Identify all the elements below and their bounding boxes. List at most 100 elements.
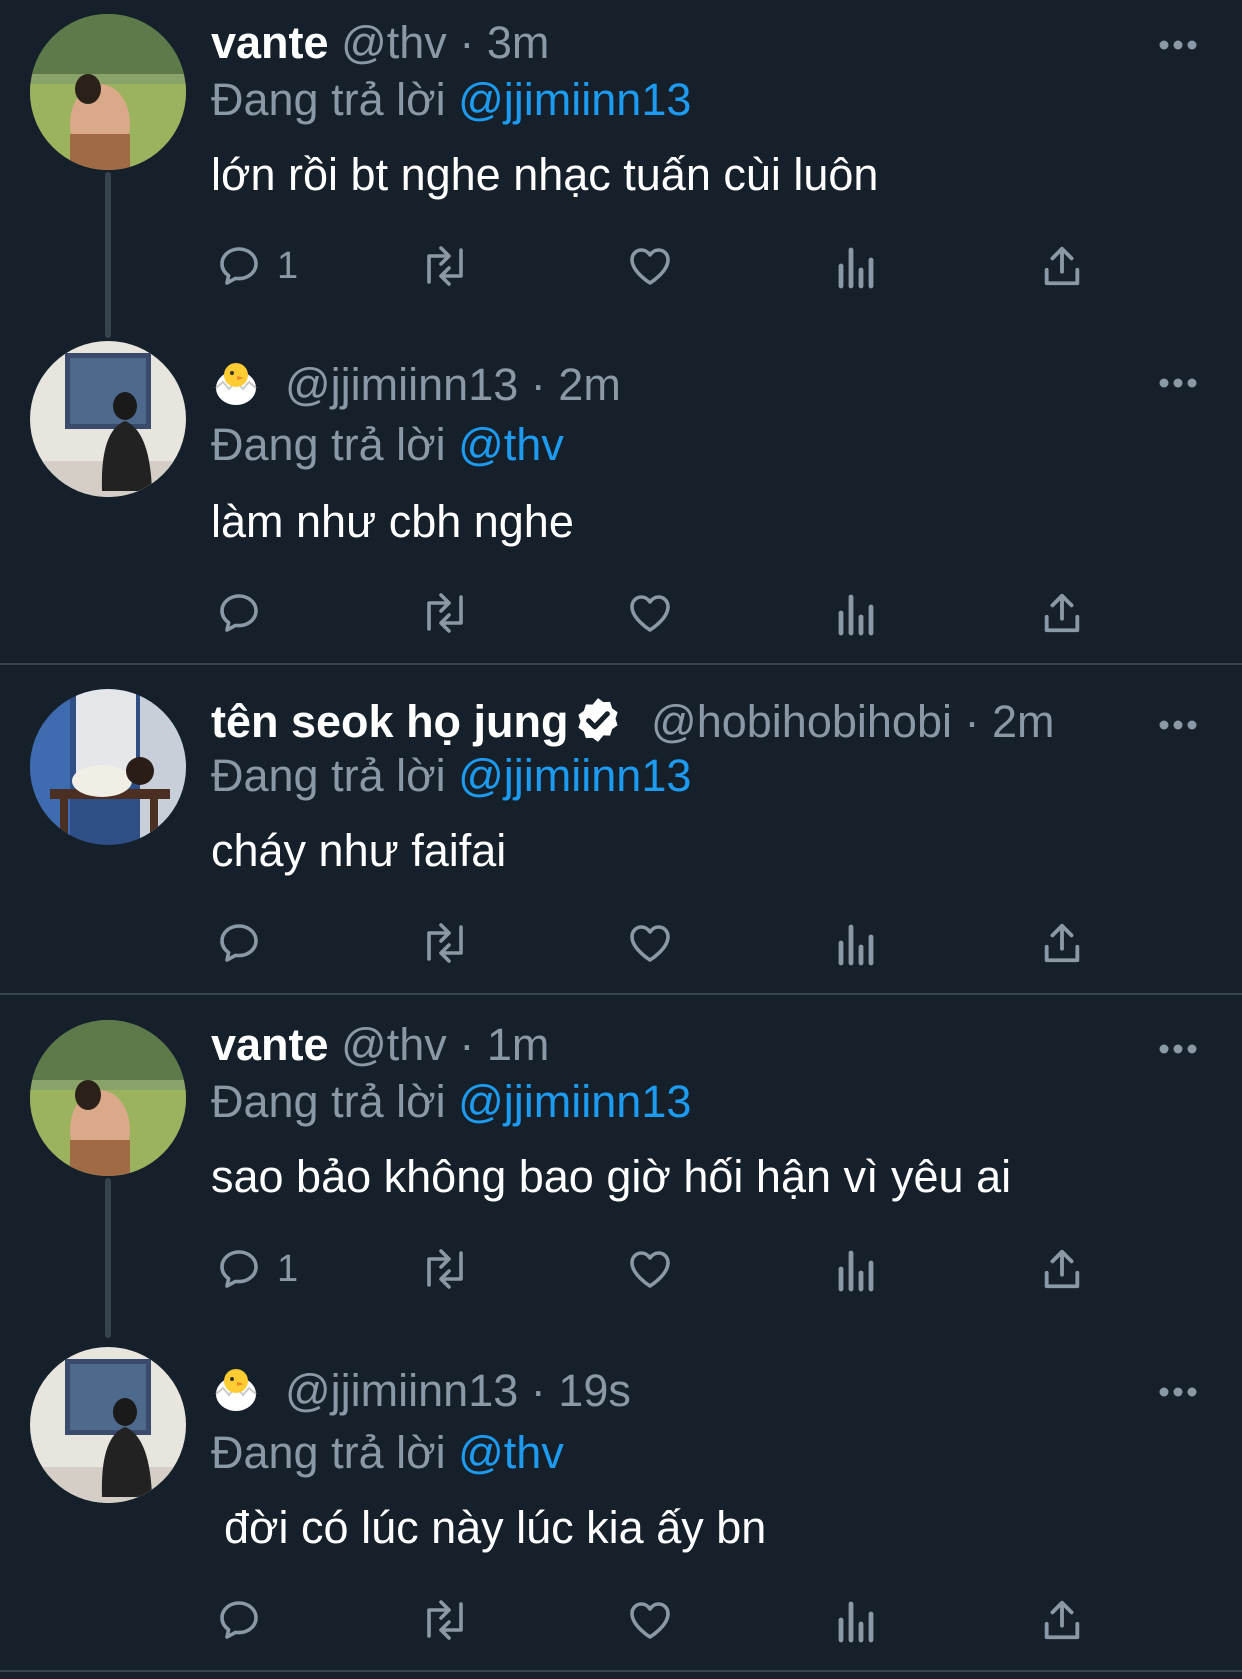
handle[interactable]: @thv [341,17,447,68]
more-icon[interactable] [1158,38,1198,50]
timestamp[interactable]: 1m [487,1019,550,1070]
analytics-button[interactable] [835,585,879,641]
like-icon [625,1245,675,1293]
analytics-button[interactable] [835,1241,879,1297]
retweet-button[interactable] [417,1592,473,1648]
replying-to-handle[interactable]: @thv [458,419,564,470]
reply-button[interactable] [215,585,277,641]
tweet-text: cháy như faifai [211,825,507,876]
analytics-icon [835,242,879,290]
share-icon [1039,919,1085,967]
tweet-actions [211,915,1091,971]
display-name[interactable]: 🐣 [211,1364,261,1414]
replying-to-handle[interactable]: @thv [458,1427,564,1478]
reply-count: 1 [277,1247,299,1290]
verified-icon [573,695,623,745]
tweet-text: sao bảo không bao giờ hối hận vì yêu ai [211,1151,1012,1202]
like-button[interactable] [625,585,675,641]
tweet-text: lớn rồi bt nghe nhạc tuấn cùi luôn [211,149,879,200]
share-button[interactable] [1039,1592,1085,1648]
share-button[interactable] [1039,238,1085,294]
reply-button[interactable] [215,915,277,971]
more-icon[interactable] [1158,718,1198,730]
timestamp[interactable]: 19s [558,1365,631,1416]
retweet-button[interactable] [417,238,473,294]
tweet[interactable]: 🐣 @jjimiinn13 · 19s Đang trả lời @thv đờ… [0,1335,1242,1675]
reply-icon [215,919,263,967]
retweet-button[interactable] [417,915,473,971]
tweet[interactable]: vante @thv · 1m Đang trả lời @jjimiinn13… [0,995,1242,1338]
tweet-text: làm như cbh nghe [211,496,574,547]
replying-to: Đang trả lời @jjimiinn13 [211,1076,691,1128]
handle[interactable]: @thv [341,1019,447,1070]
like-button[interactable] [625,1241,675,1297]
tweet-actions: 1 [211,1241,1091,1297]
reply-icon [215,1245,263,1293]
avatar[interactable] [30,1020,186,1176]
tweet[interactable]: 🐣 @jjimiinn13 · 2m Đang trả lời @thv làm… [0,335,1242,665]
analytics-button[interactable] [835,238,879,294]
retweet-icon [417,242,473,290]
conversation-feed: vante @thv · 3m Đang trả lời @jjimiinn13… [0,0,1242,1679]
like-icon [625,1596,675,1644]
tweet-header: vante @thv · 3m [211,17,549,69]
share-icon [1039,1245,1085,1293]
reply-button[interactable]: 1 [215,238,298,294]
separator: · [459,17,475,68]
separator: · [530,359,546,410]
tweet-actions [211,1592,1091,1648]
timestamp[interactable]: 2m [992,696,1055,747]
tweet-text: đời có lúc này lúc kia ấy bn [224,1502,767,1553]
analytics-button[interactable] [835,1592,879,1648]
like-button[interactable] [625,915,675,971]
share-icon [1039,589,1085,637]
share-button[interactable] [1039,1241,1085,1297]
retweet-button[interactable] [417,1241,473,1297]
reply-icon [215,589,263,637]
avatar[interactable] [30,341,186,497]
handle[interactable]: @jjimiinn13 [285,359,518,410]
like-icon [625,242,675,290]
replying-to: Đang trả lời @thv [211,419,564,471]
timestamp[interactable]: 3m [487,17,550,68]
avatar[interactable] [30,14,186,170]
like-button[interactable] [625,1592,675,1648]
share-icon [1039,242,1085,290]
avatar[interactable] [30,689,186,845]
tweet-header: vante @thv · 1m [211,1019,549,1071]
more-icon[interactable] [1158,1385,1198,1397]
timestamp[interactable]: 2m [558,359,621,410]
more-icon[interactable] [1158,376,1198,388]
retweet-icon [417,919,473,967]
display-name[interactable]: vante [211,17,329,68]
retweet-button[interactable] [417,585,473,641]
like-button[interactable] [625,238,675,294]
chick-emoji-icon [215,1369,257,1411]
chick-emoji-icon [215,363,257,405]
display-name[interactable]: tên seok họ jung [211,696,569,747]
share-button[interactable] [1039,915,1085,971]
replying-to-handle[interactable]: @jjimiinn13 [458,74,691,125]
display-name[interactable]: vante [211,1019,329,1070]
replying-to-handle[interactable]: @jjimiinn13 [458,1076,691,1127]
handle[interactable]: @jjimiinn13 [285,1365,518,1416]
more-icon[interactable] [1158,1042,1198,1054]
tweet-header: 🐣 @jjimiinn13 · 2m [211,358,621,411]
analytics-icon [835,589,879,637]
display-name[interactable]: 🐣 [211,358,261,408]
tweet[interactable]: vante @thv · 3m Đang trả lời @jjimiinn13… [0,0,1242,338]
reply-button[interactable] [215,1592,277,1648]
reply-button[interactable]: 1 [215,1241,298,1297]
share-button[interactable] [1039,585,1085,641]
tweet[interactable]: tên seok họ jung @hobihobihobi · 2m Đang… [0,665,1242,993]
tweet-actions [211,585,1091,641]
analytics-icon [835,1245,879,1293]
replying-to-handle[interactable]: @jjimiinn13 [458,750,691,801]
replying-to: Đang trả lời @thv [211,1427,564,1479]
reply-count: 1 [277,244,299,287]
tweet-actions: 1 [211,238,1091,294]
replying-to-label: Đang trả lời [211,750,446,801]
handle[interactable]: @hobihobihobi [651,696,952,747]
avatar[interactable] [30,1347,186,1503]
analytics-button[interactable] [835,915,879,971]
